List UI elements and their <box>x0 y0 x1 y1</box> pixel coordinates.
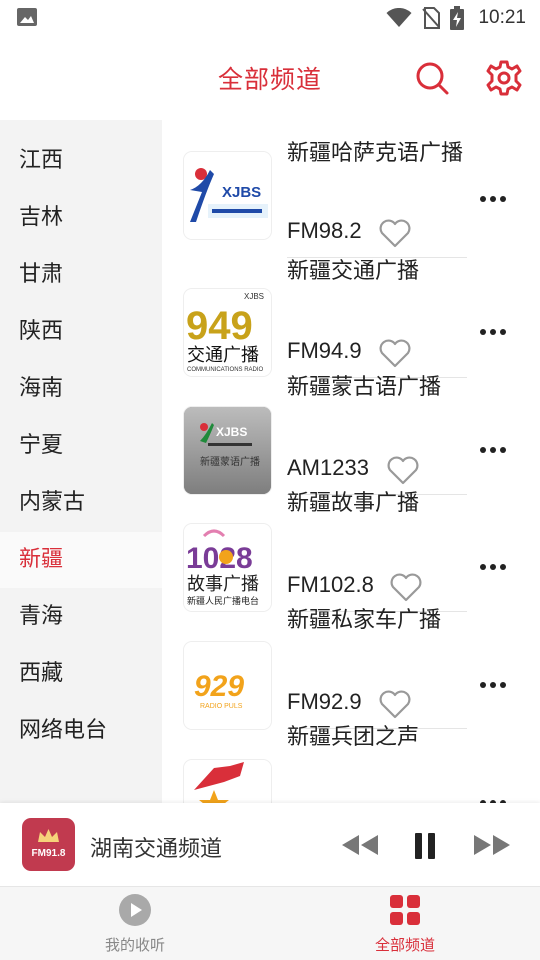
more-icon[interactable] <box>478 194 508 204</box>
sidebar-item-neimenggu[interactable]: 内蒙古 <box>0 475 162 531</box>
more-icon[interactable] <box>478 327 508 337</box>
channel-name: 新疆哈萨克语广播 <box>287 141 464 166</box>
heart-icon[interactable] <box>378 689 412 719</box>
channel-name: 新疆私家车广播 <box>287 608 442 633</box>
search-icon <box>416 62 449 95</box>
sidebar-item-gansu[interactable]: 甘肃 <box>0 247 162 303</box>
tab-label: 我的收听 <box>104 936 165 954</box>
province-sidebar: 江西 吉林 甘肃 陕西 海南 宁夏 内蒙古 新疆 青海 西藏 网络电台 <box>0 120 162 803</box>
heart-icon[interactable] <box>378 218 412 248</box>
channel-logo: XJBS 949 交通广播 COMMUNICATIONS RADIO <box>184 289 271 376</box>
svg-text:949: 949 <box>186 304 253 348</box>
list-item[interactable]: 新疆兵团之声 <box>162 725 540 803</box>
list-item[interactable]: 929 RADIO PULS 新疆私家车广播 FM92.9 <box>162 608 540 729</box>
bingtuan-radio-logo <box>184 760 271 803</box>
svg-text:交通广播: 交通广播 <box>187 345 259 366</box>
channel-logo: 1028 故事广播 新疆人民广播电台 <box>184 524 271 611</box>
private-car-radio-logo: 929 RADIO PULS <box>184 642 271 729</box>
app-header: 全部频道 <box>0 36 540 120</box>
svg-text:新疆人民广播电台: 新疆人民广播电台 <box>187 595 259 607</box>
list-item[interactable]: 1028 故事广播 新疆人民广播电台 新疆故事广播 FM102.8 <box>162 491 540 612</box>
channel-name: 新疆兵团之声 <box>287 725 420 750</box>
sidebar-item-online-radio[interactable]: 网络电台 <box>0 703 162 759</box>
sidebar-item-jiangxi[interactable]: 江西 <box>0 133 162 189</box>
list-item[interactable]: XJBS 新疆蒙语广播 新疆蒙古语广播 AM1233 <box>162 374 540 495</box>
svg-text:RADIO PULS: RADIO PULS <box>200 703 243 710</box>
traffic-radio-logo: XJBS 949 交通广播 COMMUNICATIONS RADIO <box>184 289 271 376</box>
channel-frequency: FM98.2 <box>287 218 362 243</box>
tab-my-listening[interactable]: 我的收听 <box>0 887 270 960</box>
play-circle-icon <box>119 894 151 926</box>
tab-label: 全部频道 <box>374 936 435 954</box>
svg-text:XJBS: XJBS <box>222 184 261 201</box>
more-icon[interactable] <box>478 445 508 455</box>
channel-frequency: FM94.9 <box>287 338 362 363</box>
channel-name: 新疆交通广播 <box>287 259 420 284</box>
story-radio-logo: 1028 故事广播 新疆人民广播电台 <box>184 524 271 611</box>
sidebar-item-hainan[interactable]: 海南 <box>0 361 162 417</box>
pause-icon[interactable] <box>410 831 440 861</box>
svg-text:929: 929 <box>194 670 244 703</box>
tab-all-channels[interactable]: 全部频道 <box>270 887 540 960</box>
no-sim-icon <box>422 7 441 29</box>
image-icon <box>17 8 37 26</box>
svg-text:XJBS: XJBS <box>216 425 247 439</box>
more-icon[interactable] <box>478 562 508 572</box>
settings-button[interactable] <box>484 58 524 98</box>
sidebar-item-xizang[interactable]: 西藏 <box>0 646 162 702</box>
grid-icon <box>390 895 420 925</box>
wifi-icon <box>386 8 412 27</box>
status-bar: 10:21 <box>0 0 540 36</box>
sidebar-item-xinjiang[interactable]: 新疆 <box>0 532 162 588</box>
heart-icon[interactable] <box>389 572 423 602</box>
channel-logo <box>184 760 271 803</box>
crown-icon <box>38 829 59 842</box>
search-button[interactable] <box>412 58 452 98</box>
channel-name: 新疆蒙古语广播 <box>287 375 442 400</box>
channel-frequency: FM92.9 <box>287 689 362 714</box>
channel-frequency: AM1233 <box>287 455 369 480</box>
battery-charging-icon <box>450 6 465 30</box>
channel-list: XJBS 新疆哈萨克语广播 FM98.2 XJBS 949 交通广播 COMMU… <box>162 120 540 803</box>
heart-icon[interactable] <box>386 455 420 485</box>
channel-logo: XJBS <box>184 152 271 239</box>
list-item[interactable]: XJBS 新疆哈萨克语广播 FM98.2 <box>162 120 540 258</box>
channel-logo: 929 RADIO PULS <box>184 642 271 729</box>
bottom-tab-bar: 我的收听 全部频道 <box>0 886 540 960</box>
svg-text:COMMUNICATIONS RADIO: COMMUNICATIONS RADIO <box>187 367 264 373</box>
svg-text:新疆蒙语广播: 新疆蒙语广播 <box>200 455 260 468</box>
sidebar-item-jilin[interactable]: 吉林 <box>0 190 162 246</box>
svg-text:XJBS: XJBS <box>244 292 264 301</box>
sidebar-item-qinghai[interactable]: 青海 <box>0 589 162 645</box>
xjbs-logo: XJBS <box>184 152 271 239</box>
mongolian-radio-logo: XJBS 新疆蒙语广播 <box>184 407 271 494</box>
channel-logo: XJBS 新疆蒙语广播 <box>184 407 271 494</box>
gear-icon <box>486 60 522 96</box>
sidebar-item-ningxia[interactable]: 宁夏 <box>0 418 162 474</box>
next-icon[interactable] <box>470 831 514 859</box>
channel-name: 新疆故事广播 <box>287 491 420 516</box>
previous-icon[interactable] <box>338 831 382 859</box>
mini-player[interactable]: FM91.8 湖南交通频道 <box>0 803 540 886</box>
now-playing-title: 湖南交通频道 <box>90 837 223 862</box>
more-icon[interactable] <box>478 680 508 690</box>
svg-text:故事广播: 故事广播 <box>187 574 259 595</box>
heart-icon[interactable] <box>378 338 412 368</box>
now-playing-cover: FM91.8 <box>22 818 75 871</box>
page-title: 全部频道 <box>217 65 322 94</box>
sidebar-item-shaanxi[interactable]: 陕西 <box>0 304 162 360</box>
list-item[interactable]: XJBS 949 交通广播 COMMUNICATIONS RADIO 新疆交通广… <box>162 257 540 378</box>
channel-frequency: FM102.8 <box>287 572 374 597</box>
clock: 10:21 <box>478 7 526 28</box>
